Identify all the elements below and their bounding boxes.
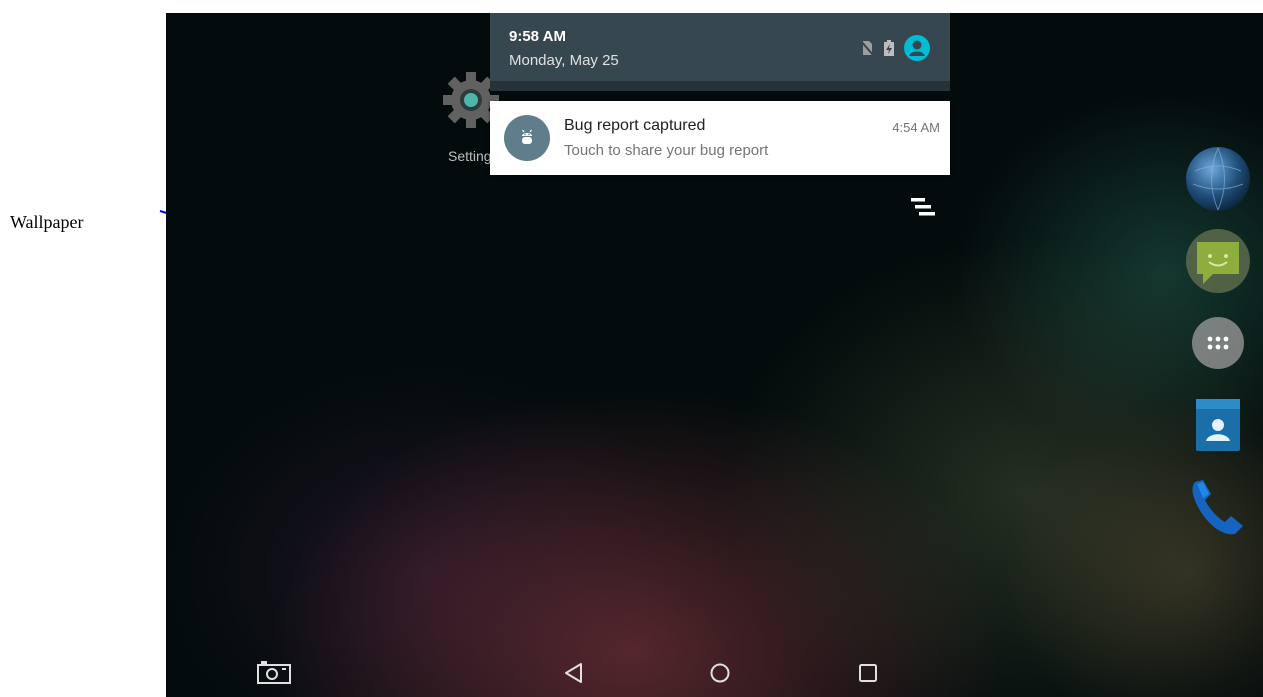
recents-icon[interactable] — [854, 660, 882, 686]
wallpaper-annotation-label: Wallpaper — [10, 212, 84, 232]
quick-settings-header[interactable]: 9:58 AM Monday, May 25 — [490, 13, 950, 81]
browser-icon[interactable] — [1184, 145, 1252, 213]
no-sim-icon — [860, 40, 874, 61]
clear-all-icon[interactable] — [909, 198, 939, 220]
contacts-icon[interactable] — [1184, 391, 1252, 459]
device-screen: Settings 9:58 AM Monday, May 25 Bug repo… — [166, 13, 1263, 697]
android-bug-icon — [504, 115, 550, 161]
navigation-bar — [166, 649, 1263, 697]
notification-title: Bug report captured — [564, 117, 706, 134]
home-icon[interactable] — [706, 660, 734, 686]
phone-icon[interactable] — [1184, 473, 1252, 541]
app-drawer-icon[interactable] — [1184, 309, 1252, 377]
messaging-icon[interactable] — [1184, 227, 1252, 295]
notification-time: 4:54 AM — [892, 120, 940, 135]
header-time: 9:58 AM — [509, 28, 566, 45]
notification-text: Touch to share your bug report — [564, 142, 769, 159]
battery-charging-icon — [884, 40, 894, 61]
back-icon[interactable] — [560, 660, 588, 686]
shade-divider — [490, 81, 950, 91]
header-date: Monday, May 25 — [509, 52, 619, 69]
screenshot-icon[interactable] — [255, 660, 293, 686]
dock — [1184, 145, 1254, 545]
account-icon[interactable] — [904, 35, 930, 66]
notification-bug-report[interactable]: Bug report captured Touch to share your … — [490, 101, 950, 175]
